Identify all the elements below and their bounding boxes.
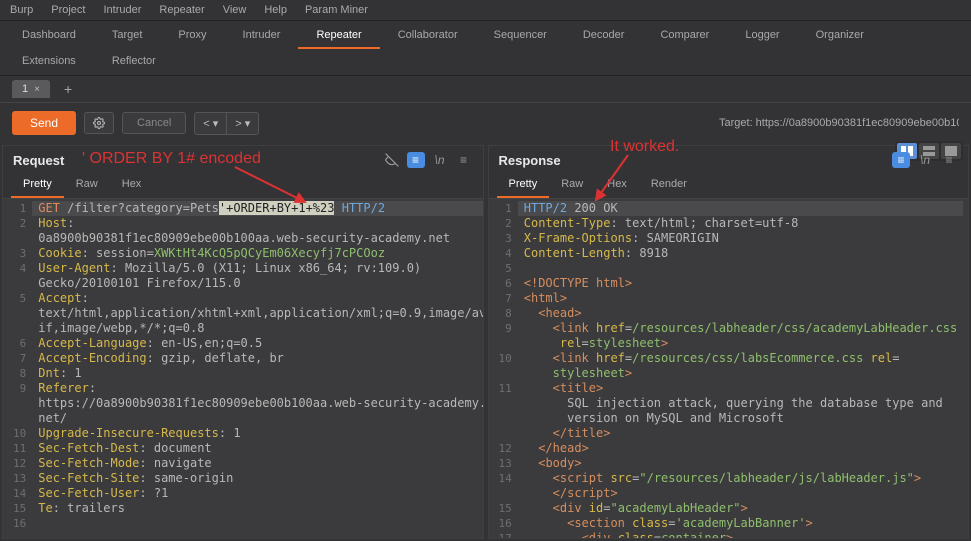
menu-item[interactable]: Repeater	[159, 4, 204, 16]
main-tab[interactable]: Decoder	[565, 23, 643, 49]
editor-tab[interactable]: Render	[639, 172, 699, 198]
menu-item[interactable]: Help	[264, 4, 287, 16]
newline-icon[interactable]: \n	[916, 152, 934, 168]
newline-icon[interactable]: \n	[431, 152, 449, 168]
hide-icon[interactable]	[383, 152, 401, 168]
repeater-tab[interactable]: 1 ×	[12, 80, 50, 98]
main-tab[interactable]: Sequencer	[476, 23, 565, 49]
menu-item[interactable]: View	[223, 4, 247, 16]
editor-tab[interactable]: Pretty	[497, 172, 550, 198]
menu-item[interactable]: Intruder	[104, 4, 142, 16]
history-back-button[interactable]: < ▾	[194, 112, 226, 135]
pretty-toggle-icon[interactable]: ≡	[407, 152, 425, 168]
main-tab[interactable]: Collaborator	[380, 23, 476, 49]
target-label[interactable]: Target: https://0a8900b90381f1ec80909ebe…	[719, 117, 959, 129]
menu-icon[interactable]: ≡	[455, 152, 473, 168]
repeater-tabstrip: 1 × +	[0, 76, 971, 103]
main-tab[interactable]: Comparer	[642, 23, 727, 49]
main-tab[interactable]: Organizer	[798, 23, 882, 49]
editor-tab[interactable]: Hex	[595, 172, 639, 198]
menu-item[interactable]: Project	[51, 4, 85, 16]
main-tab[interactable]: Intruder	[225, 23, 299, 49]
main-tab[interactable]: Target	[94, 23, 161, 49]
request-pane: Request ≡ \n ≡ PrettyRawHex 123456789101…	[2, 145, 484, 539]
action-bar: Send Cancel < ▾ > ▾ Target: https://0a89…	[0, 103, 971, 143]
close-icon[interactable]: ×	[34, 84, 40, 95]
response-editor[interactable]: 1234567891011121314151617 HTTP/2 200 OKC…	[489, 199, 969, 538]
cancel-button[interactable]: Cancel	[122, 112, 186, 134]
main-toolbar: DashboardTargetProxyIntruderRepeaterColl…	[0, 20, 971, 76]
response-title: Response	[499, 153, 561, 168]
history-forward-button[interactable]: > ▾	[226, 112, 259, 135]
main-tab[interactable]: Dashboard	[4, 23, 94, 49]
menu-item[interactable]: Param Miner	[305, 4, 368, 16]
editor-tab[interactable]: Hex	[110, 172, 154, 198]
add-tab-button[interactable]: +	[58, 81, 78, 97]
editor-tab[interactable]: Raw	[549, 172, 595, 198]
main-tab[interactable]: Logger	[727, 23, 797, 49]
main-tab[interactable]: Reflector	[94, 49, 174, 73]
response-pane: Response ≡ \n ≡ PrettyRawHexRender 12345…	[488, 145, 970, 539]
send-button[interactable]: Send	[12, 111, 76, 135]
pretty-toggle-icon[interactable]: ≡	[892, 152, 910, 168]
editor-tab[interactable]: Raw	[64, 172, 110, 198]
main-tab[interactable]: Proxy	[160, 23, 224, 49]
main-tab[interactable]: Extensions	[4, 49, 94, 73]
menu-item[interactable]: Burp	[10, 4, 33, 16]
request-editor[interactable]: 12345678910111213141516 GET /filter?cate…	[3, 199, 483, 538]
menu-icon[interactable]: ≡	[940, 152, 958, 168]
repeater-tab-label: 1	[22, 83, 28, 95]
main-tab[interactable]: Repeater	[298, 23, 379, 49]
request-title: Request	[13, 153, 64, 168]
request-tabs: PrettyRawHex	[3, 168, 483, 199]
response-tabs: PrettyRawHexRender	[489, 168, 969, 199]
editor-tab[interactable]: Pretty	[11, 172, 64, 198]
menubar: Burp Project Intruder Repeater View Help Param…	[0, 0, 971, 20]
settings-button[interactable]	[84, 112, 114, 134]
